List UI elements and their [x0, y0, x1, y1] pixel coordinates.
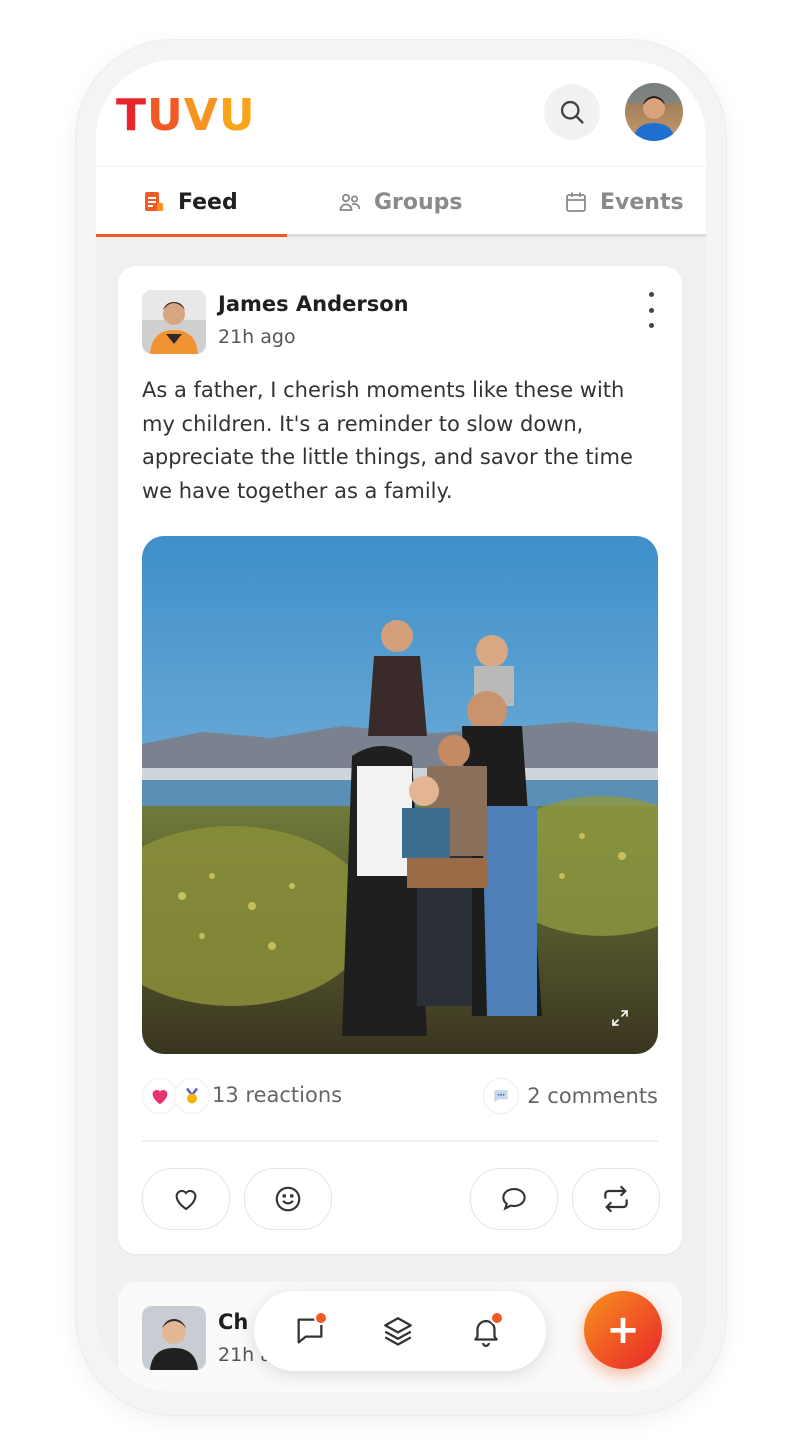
- post-author-avatar[interactable]: [142, 1306, 206, 1370]
- tab-events[interactable]: Events: [564, 167, 684, 237]
- heart-icon: [175, 1189, 197, 1211]
- app-screen: T U V U Feed Groups Events James Anderso…: [96, 60, 706, 1392]
- comments-summary[interactable]: 2 comments: [483, 1078, 658, 1114]
- family-photo-image: [142, 536, 658, 1054]
- author-avatar-image: [142, 290, 206, 354]
- avatar[interactable]: [625, 83, 683, 141]
- post-card: James Anderson 21h ago As a father, I ch…: [118, 266, 682, 1254]
- tab-active-indicator: [96, 234, 287, 237]
- create-post-button[interactable]: +: [584, 1291, 662, 1369]
- tab-groups[interactable]: Groups: [338, 167, 463, 237]
- reaction-icons[interactable]: [142, 1078, 210, 1114]
- more-dot-icon: [648, 292, 654, 297]
- people-icon: [339, 193, 361, 211]
- expand-icon[interactable]: [610, 1008, 630, 1028]
- plus-icon: +: [606, 1307, 640, 1353]
- comment-bubble-icon: [483, 1078, 520, 1114]
- author-avatar-image: [142, 1306, 206, 1370]
- nav-messages[interactable]: [290, 1311, 330, 1351]
- comment-button[interactable]: [470, 1168, 558, 1230]
- tab-events-label: Events: [600, 189, 684, 215]
- celebrate-icon: [174, 1078, 210, 1114]
- post-author-name[interactable]: Ch: [218, 1310, 248, 1334]
- post-divider: [142, 1140, 658, 1142]
- post-stats: 13 reactions 2 comments: [142, 1078, 658, 1116]
- nav-notifications[interactable]: [466, 1311, 506, 1351]
- like-button[interactable]: [142, 1168, 230, 1230]
- more-dot-icon: [648, 323, 654, 328]
- notification-badge: [314, 1311, 328, 1325]
- post-photo[interactable]: [142, 536, 658, 1054]
- more-options-button[interactable]: [636, 292, 666, 328]
- post-timestamp: 21h ago: [218, 326, 296, 348]
- tab-feed[interactable]: Feed: [142, 167, 238, 237]
- tab-feed-label: Feed: [178, 189, 238, 215]
- heart-icon: [142, 1078, 178, 1114]
- document-icon: [145, 192, 163, 211]
- notification-badge: [490, 1311, 504, 1325]
- tab-groups-label: Groups: [374, 189, 463, 215]
- react-button[interactable]: [244, 1168, 332, 1230]
- post-author-avatar[interactable]: [142, 290, 206, 354]
- reactions-count[interactable]: 13 reactions: [212, 1083, 342, 1107]
- bottom-nav: [254, 1291, 546, 1371]
- app-header: T U V U: [96, 60, 706, 166]
- search-icon: [560, 100, 584, 124]
- post-author-name[interactable]: James Anderson: [218, 292, 409, 316]
- layers-icon: [384, 1317, 412, 1346]
- feed-tabs: Feed Groups Events: [96, 166, 706, 237]
- comment-icon: [502, 1187, 526, 1211]
- search-button[interactable]: [544, 84, 600, 140]
- post-body-text: As a father, I cherish moments like thes…: [142, 378, 633, 503]
- calendar-icon: [566, 192, 586, 212]
- repost-icon: [604, 1185, 628, 1213]
- smile-icon: [275, 1186, 301, 1212]
- more-dot-icon: [648, 307, 654, 313]
- comments-count: 2 comments: [527, 1084, 658, 1108]
- repost-button[interactable]: [572, 1168, 660, 1230]
- nav-layers[interactable]: [378, 1311, 418, 1351]
- tuvu-logo[interactable]: T U V U: [116, 86, 256, 146]
- profile-avatar-image: [625, 83, 683, 141]
